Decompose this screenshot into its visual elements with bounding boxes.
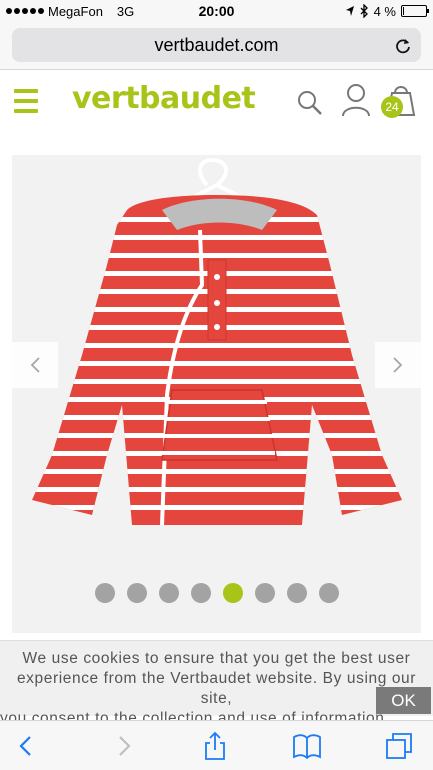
pagination-dot[interactable] xyxy=(286,583,307,603)
account-icon[interactable] xyxy=(341,83,371,117)
product-gallery[interactable] xyxy=(12,155,421,633)
address-text: vertbaudet.com xyxy=(154,34,279,55)
pagination-dot[interactable] xyxy=(94,583,115,603)
menu-icon[interactable] xyxy=(14,89,38,113)
pagination-dot[interactable] xyxy=(126,583,147,603)
gallery-prev-button[interactable] xyxy=(12,342,58,388)
pagination-dot[interactable] xyxy=(158,583,179,603)
site-header: vertbaudet xyxy=(0,71,433,131)
cookie-ok-button[interactable]: OK xyxy=(376,687,431,714)
status-right: 4 % xyxy=(345,3,429,19)
battery-percent: 4 % xyxy=(373,3,396,19)
browser-top-bar: vertbaudet.com xyxy=(0,22,433,70)
cookie-line: experience from the Vertbaudet website. … xyxy=(16,670,417,707)
reload-icon[interactable] xyxy=(393,35,413,55)
browser-toolbar xyxy=(0,720,433,770)
status-bar: MegaFon 3G 20:00 4 % xyxy=(0,0,433,22)
pagination-dot[interactable] xyxy=(190,583,211,603)
location-arrow-icon xyxy=(345,6,354,16)
pagination-dot[interactable] xyxy=(222,583,243,603)
pagination-dot[interactable] xyxy=(318,583,339,603)
site-logo[interactable]: vertbaudet xyxy=(72,81,256,116)
address-bar[interactable]: vertbaudet.com xyxy=(12,28,421,62)
chevron-right-icon xyxy=(393,357,403,373)
search-icon[interactable] xyxy=(296,89,324,117)
cookie-line: We use cookies to ensure that you get th… xyxy=(22,650,411,667)
battery-icon xyxy=(401,5,429,17)
gallery-next-button[interactable] xyxy=(375,342,421,388)
cart-count-badge[interactable]: 24 xyxy=(381,96,403,118)
share-icon[interactable] xyxy=(200,731,230,761)
striped-red-raincoat-image xyxy=(32,158,402,526)
chevron-left-icon xyxy=(30,357,40,373)
tabs-icon[interactable] xyxy=(384,731,414,761)
bluetooth-icon xyxy=(360,4,368,18)
cookie-message: We use cookies to ensure that you get th… xyxy=(0,649,433,729)
pagination-dot[interactable] xyxy=(254,583,275,603)
bookmarks-icon[interactable] xyxy=(292,731,322,761)
gallery-pagination xyxy=(12,583,421,603)
forward-icon[interactable] xyxy=(108,731,138,761)
cookie-banner: We use cookies to ensure that you get th… xyxy=(0,640,433,727)
back-icon[interactable] xyxy=(12,731,42,761)
